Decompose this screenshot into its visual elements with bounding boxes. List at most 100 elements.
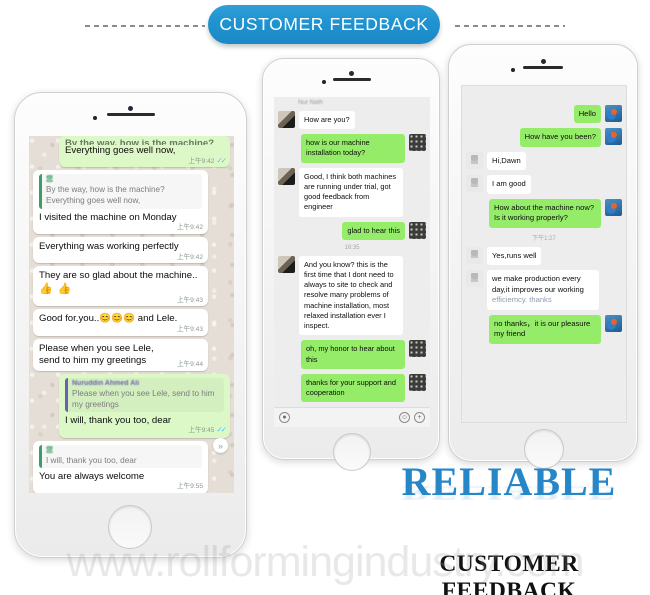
message-text: thanks for your support and cooperation <box>301 373 405 403</box>
message-row[interactable]: no thanks，it is our pleasure my friend <box>466 314 622 344</box>
avatar <box>466 175 483 193</box>
message-text: Everything was working perfectly <box>39 240 179 252</box>
message-row[interactable]: Hello <box>466 105 622 124</box>
message-row[interactable]: And you know? this is the first time tha… <box>278 255 426 336</box>
avatar <box>409 340 426 358</box>
reliable-block: RELIABLE RELIABLE CUSTOMER FEEDBACK <box>378 462 640 595</box>
message-row[interactable]: we make production every day,it improves… <box>466 270 622 310</box>
message-text: I am good <box>486 175 531 194</box>
message-row[interactable]: Hi,Dawn <box>466 151 622 171</box>
message-row[interactable]: glad to hear this <box>278 221 426 240</box>
message-row[interactable]: How have you been? <box>466 128 622 147</box>
message-time: 上午9:43 <box>176 326 203 334</box>
quote-text: By the way, how is the machine? Everythi… <box>46 185 165 205</box>
message-time: 上午9:42 <box>176 253 203 261</box>
message-link-text[interactable]: efficiemcy. thanks <box>492 295 552 304</box>
message-bubble[interactable]: By the way, how is the machine? Everythi… <box>59 136 230 168</box>
front-camera-icon <box>541 59 546 64</box>
message-row[interactable]: how is our machine installation today? <box>278 134 426 163</box>
avatar <box>409 134 426 152</box>
message-row[interactable]: thanks for your support and cooperation <box>278 373 426 403</box>
phone-wechat-right: Hello How have you been? Hi,Dawn I am go… <box>448 44 638 469</box>
avatar <box>466 270 483 288</box>
divider-dashes-right <box>455 25 565 27</box>
message-row[interactable]: How are you? <box>278 111 426 130</box>
message-row[interactable]: How about the machine now? Is it working… <box>466 198 622 228</box>
message-bubble: we make production every day,it improves… <box>487 270 599 310</box>
message-text: Hello <box>573 105 602 124</box>
phone-wechat-middle: Nur Nath How are you? how is our machine… <box>262 58 440 471</box>
customer-feedback-badge[interactable]: CUSTOMER FEEDBACK <box>208 5 440 44</box>
whatsapp-message-list[interactable]: By the way, how is the machine? Everythi… <box>29 136 234 493</box>
message-text: Good for.you..😊😊😊 and Lele. <box>39 313 178 325</box>
earpiece-speaker <box>107 113 155 116</box>
scroll-to-bottom-icon[interactable]: » <box>213 438 228 453</box>
message-bubble[interactable]: 您 By the way, how is the machine? Everyt… <box>33 170 208 234</box>
message-bubble[interactable]: Please when you see Lele, send to him my… <box>33 338 208 372</box>
avatar <box>409 221 426 239</box>
quoted-message: 您 I will, thank you too, dear <box>39 444 202 469</box>
message-text: And you know? this is the first time tha… <box>299 255 403 336</box>
message-row[interactable]: I am good <box>466 175 622 194</box>
message-text: no thanks，it is our pleasure my friend <box>489 314 601 344</box>
message-bubble[interactable]: Everything was working perfectly 上午9:42 <box>33 236 208 264</box>
message-text: They are so glad about the machine.. <box>39 270 198 282</box>
message-time: 上午9:42 <box>188 157 215 165</box>
proximity-sensor-icon <box>322 80 326 84</box>
quote-author: 您 <box>46 176 53 184</box>
avatar <box>605 314 622 332</box>
earpiece-speaker <box>333 78 371 81</box>
earpiece-speaker <box>523 66 563 69</box>
headline-reflection: RELIABLE <box>401 482 617 505</box>
message-bubble[interactable]: Good for.you..😊😊😊 and Lele. 上午9:43 <box>33 309 208 336</box>
message-text: oh, my honor to hear about this <box>301 340 405 369</box>
avatar <box>605 128 622 146</box>
message-text: Hi,Dawn <box>487 151 526 171</box>
timestamp-divider: 16:35 <box>344 244 360 251</box>
avatar <box>466 151 483 169</box>
message-row[interactable]: oh, my honor to hear about this <box>278 340 426 369</box>
quote-author: 您 <box>46 446 53 454</box>
wechat-message-list[interactable]: Hello How have you been? Hi,Dawn I am go… <box>462 86 626 344</box>
contact-name: Nur Nath <box>298 99 323 106</box>
quoted-message: Nuruddin Ahmed Ali Please when you see L… <box>65 378 224 413</box>
front-camera-icon <box>349 71 354 76</box>
message-text: I visited the machine on Monday <box>39 211 177 223</box>
wechat-screen-right: Hello How have you been? Hi,Dawn I am go… <box>461 85 627 423</box>
message-meta: 上午9:42 ✓✓ <box>188 155 227 166</box>
message-time: 上午9:42 <box>176 224 203 232</box>
avatar <box>605 198 622 216</box>
avatar <box>466 246 483 264</box>
avatar <box>605 105 622 122</box>
message-bubble[interactable]: 您 I will, thank you too, dear You are al… <box>33 440 208 493</box>
whatsapp-screen: By the way, how is the machine? Everythi… <box>29 136 234 493</box>
avatar <box>278 111 295 128</box>
plus-icon[interactable]: + <box>414 412 425 423</box>
message-text: You are always welcome <box>39 471 145 483</box>
wechat-screen-middle: Nur Nath How are you? how is our machine… <box>274 97 430 427</box>
message-bubble[interactable]: They are so glad about the machine.. 👍 👍… <box>33 266 208 307</box>
home-button[interactable] <box>333 433 371 471</box>
avatar <box>278 167 295 185</box>
message-bubble[interactable]: Nuruddin Ahmed Ali Please when you see L… <box>59 374 230 438</box>
message-text: Good, I think both machines are running … <box>299 167 403 217</box>
page-root: CUSTOMER FEEDBACK By the way, how is the… <box>0 0 650 595</box>
quote-author: Nuruddin Ahmed Ali <box>72 380 140 388</box>
message-text: How about the machine now? Is it working… <box>489 198 601 228</box>
message-row[interactable]: Yes,runs well <box>466 246 622 266</box>
message-time: 上午9:45 <box>188 427 215 435</box>
wechat-input-toolbar[interactable]: ● ☺ + <box>274 407 430 427</box>
proximity-sensor-icon <box>93 116 97 120</box>
quote-text: Please when you see Lele, send to him my… <box>72 389 215 409</box>
message-row[interactable]: Good, I think both machines are running … <box>278 167 426 217</box>
read-receipt-icon: ✓✓ <box>216 155 226 165</box>
home-button[interactable] <box>108 505 152 549</box>
emoji-icon[interactable]: ☺ <box>399 412 410 423</box>
message-time: 上午9:55 <box>176 483 203 491</box>
message-text: How are you? <box>299 111 355 130</box>
read-receipt-icon: ✓✓ <box>216 425 226 435</box>
thumbs-up-icon: 👍 👍 <box>39 283 73 296</box>
voice-record-icon[interactable]: ● <box>279 412 290 423</box>
message-time: 上午9:44 <box>176 360 203 368</box>
wechat-message-list[interactable]: Nur Nath How are you? how is our machine… <box>274 97 430 407</box>
